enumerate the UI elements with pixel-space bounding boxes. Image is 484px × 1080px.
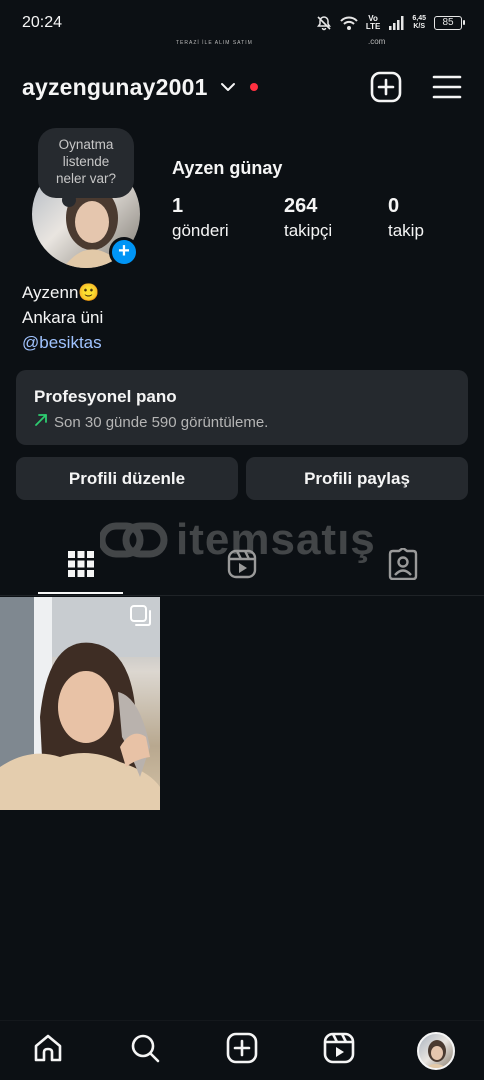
- username[interactable]: ayzengunay2001: [22, 74, 208, 101]
- reels-icon: [227, 549, 257, 584]
- notification-dot: [249, 83, 258, 91]
- search-icon: [129, 1032, 161, 1069]
- profile-header: ayzengunay2001: [0, 64, 484, 110]
- tab-reels[interactable]: [161, 538, 322, 594]
- profile-stats: 1 gönderi 264 takipçi 0 takip: [172, 194, 468, 244]
- tab-grid[interactable]: [0, 538, 161, 594]
- profile-actions: Profili düzenle Profili paylaş: [16, 457, 468, 500]
- tab-tagged[interactable]: [323, 538, 484, 594]
- status-icons: Vo LTE 6,45 K/S 85: [316, 14, 465, 31]
- wifi-icon: [340, 15, 358, 31]
- posts-count: 1: [172, 195, 184, 217]
- nav-home[interactable]: [0, 1021, 97, 1080]
- grid-icon: [67, 550, 95, 583]
- nav-reels[interactable]: [290, 1021, 387, 1080]
- dashboard-title: Profesyonel pano: [34, 387, 177, 406]
- add-story-button[interactable]: +: [109, 237, 139, 267]
- profile-tabs: [0, 538, 484, 594]
- bio-line: Ayzenn🙂: [22, 283, 100, 302]
- dashboard-views-text: Son 30 günde 590 görüntüleme.: [54, 413, 269, 431]
- menu-icon[interactable]: [432, 74, 462, 100]
- watermark-tagline: TERAZİ İLE ALIM SATIM: [176, 40, 253, 46]
- header-actions: [370, 71, 462, 103]
- create-icon[interactable]: [370, 71, 402, 103]
- bio: Ayzenn🙂 Ankara üni @besiktas: [22, 280, 103, 355]
- following-label: takip: [388, 221, 424, 240]
- tagged-icon: [388, 546, 418, 585]
- network-speed: 6,45 K/S: [412, 15, 426, 30]
- bottom-navigation: [0, 1020, 484, 1080]
- trend-up-icon: [34, 413, 48, 431]
- battery-indicator: 85: [434, 16, 465, 30]
- edit-profile-button[interactable]: Profili düzenle: [16, 457, 238, 500]
- profile-avatar: [416, 1031, 455, 1070]
- stat-following[interactable]: 0 takip: [388, 194, 468, 244]
- note-bubble[interactable]: Oynatma listende neler var?: [38, 128, 134, 207]
- stat-posts[interactable]: 1 gönderi: [172, 194, 284, 244]
- multiple-photos-icon: [130, 605, 152, 632]
- create-icon: [226, 1032, 258, 1069]
- full-name: Ayzen günay: [172, 158, 283, 178]
- following-count: 0: [388, 195, 400, 217]
- followers-count: 264: [284, 195, 318, 217]
- mute-icon: [316, 15, 332, 31]
- bio-line: Ankara üni: [22, 308, 104, 327]
- followers-label: takipçi: [284, 221, 333, 240]
- nav-profile[interactable]: [387, 1021, 484, 1080]
- share-profile-button[interactable]: Profili paylaş: [246, 457, 468, 500]
- bio-mention-link[interactable]: @besiktas: [22, 330, 103, 355]
- posts-label: gönderi: [172, 221, 229, 240]
- watermark-suffix: .com: [368, 37, 386, 46]
- volte-indicator: Vo LTE: [365, 14, 381, 31]
- professional-dashboard[interactable]: Profesyonel pano Son 30 günde 590 görünt…: [16, 370, 468, 445]
- post-thumbnail[interactable]: [0, 597, 160, 810]
- reels-icon: [323, 1032, 355, 1069]
- status-time: 20:24: [22, 14, 63, 31]
- chevron-down-icon[interactable]: [220, 82, 236, 92]
- nav-search[interactable]: [97, 1021, 194, 1080]
- dashboard-subtitle: Son 30 günde 590 görüntüleme.: [34, 413, 450, 431]
- nav-create[interactable]: [194, 1021, 291, 1080]
- tabs-divider: [0, 595, 484, 596]
- home-icon: [32, 1032, 64, 1069]
- signal-icon: [388, 16, 404, 30]
- stat-followers[interactable]: 264 takipçi: [284, 194, 388, 244]
